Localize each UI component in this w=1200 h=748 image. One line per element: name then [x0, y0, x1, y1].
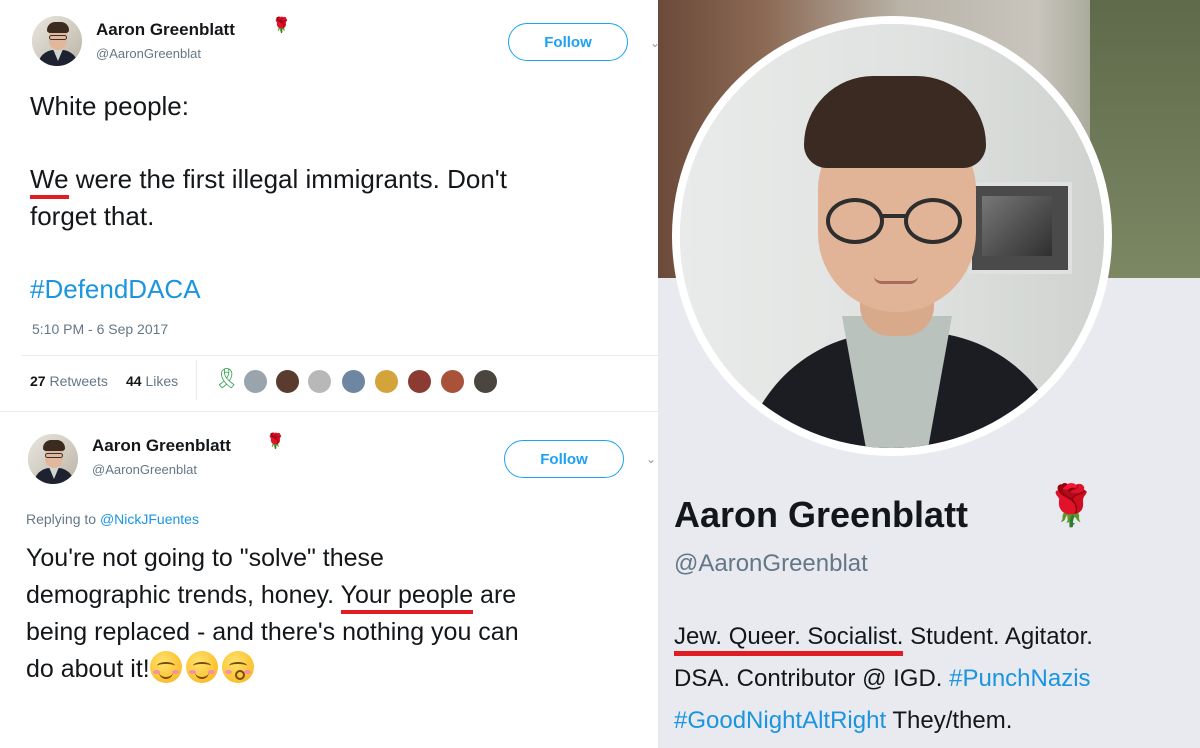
- timestamp[interactable]: 5:10 PM - 6 Sep 2017: [32, 321, 168, 337]
- ribbon-icon: 🎗: [214, 368, 240, 390]
- bio-text: DSA. Contributor @ IGD.: [674, 665, 950, 692]
- divider: [22, 355, 658, 356]
- kissing-face-emoji: [221, 651, 254, 683]
- liker-avatar[interactable]: [242, 368, 269, 395]
- liker-avatar[interactable]: [373, 368, 400, 395]
- liker-avatar[interactable]: [439, 368, 466, 395]
- profile-name: Aaron Greenblatt: [674, 494, 969, 535]
- replying-to-link[interactable]: @NickJFuentes: [100, 511, 199, 527]
- user-handle[interactable]: @AaronGreenblat: [96, 46, 201, 61]
- liker-avatar[interactable]: [274, 368, 301, 395]
- profile-card: Aaron Greenblatt 🌹 @AaronGreenblat Jew. …: [658, 0, 1200, 748]
- underlined-phrase: Your people: [340, 581, 474, 614]
- tweet-text-part: were the first illegal immigrants. Don't: [68, 164, 507, 194]
- replying-to: Replying to @NickJFuentes: [26, 511, 199, 527]
- tweet-line: forget that.: [30, 201, 155, 231]
- tweet-card-2: Aaron Greenblatt 🌹 @AaronGreenblat Follo…: [0, 412, 658, 748]
- smiling-face-emoji: [185, 651, 218, 683]
- tweet-line: You're not going to "solve" these: [26, 544, 384, 572]
- rose-icon: 🌹: [1046, 484, 1096, 528]
- rose-icon: 🌹: [272, 17, 291, 34]
- tweet-line: White people:: [30, 91, 189, 121]
- underlined-bio: Jew. Queer. Socialist.: [674, 623, 904, 656]
- liker-avatar[interactable]: [340, 368, 367, 395]
- profile-bio: Jew. Queer. Socialist. Student. Agitator…: [674, 616, 1194, 742]
- profile-handle: @AaronGreenblat: [674, 550, 868, 577]
- tweet-line: demographic trends, honey. Your people a…: [26, 577, 519, 614]
- hashtag-link[interactable]: #DefendDACA: [30, 271, 507, 308]
- likes-count[interactable]: 44 Likes: [126, 373, 178, 389]
- display-name[interactable]: Aaron Greenblatt: [96, 20, 235, 40]
- tweet-line: being replaced - and there's nothing you…: [26, 618, 519, 646]
- tweet-text: You're not going to "solve" these demogr…: [26, 540, 519, 688]
- underlined-word: We: [30, 164, 69, 199]
- follow-button[interactable]: Follow: [504, 440, 624, 478]
- liker-avatar[interactable]: [472, 368, 499, 395]
- liker-avatar[interactable]: [306, 368, 333, 395]
- rose-icon: 🌹: [266, 433, 285, 450]
- tweet-card-1: Aaron Greenblatt 🌹 @AaronGreenblat Follo…: [0, 0, 660, 412]
- chevron-down-icon[interactable]: ⌄: [646, 452, 656, 466]
- bio-text: They/them.: [886, 707, 1013, 734]
- hashtag-link[interactable]: #PunchNazis: [949, 665, 1090, 692]
- profile-avatar[interactable]: [672, 16, 1112, 456]
- bio-text: Student. Agitator.: [903, 623, 1093, 650]
- hashtag-link[interactable]: #GoodNightAltRight: [674, 707, 886, 734]
- tweet-line: We were the first illegal immigrants. Do…: [30, 161, 507, 199]
- display-name[interactable]: Aaron Greenblatt: [92, 436, 231, 456]
- retweets-count[interactable]: 27 Retweets: [30, 373, 108, 389]
- tweet-line: do about it!: [26, 651, 519, 688]
- tweet-text: White people: We were the first illegal …: [30, 88, 507, 308]
- divider: [196, 360, 197, 400]
- avatar[interactable]: [28, 434, 78, 484]
- smiling-face-emoji: [149, 651, 182, 683]
- follow-button[interactable]: Follow: [508, 23, 628, 61]
- user-handle[interactable]: @AaronGreenblat: [92, 462, 197, 477]
- liker-avatar[interactable]: [406, 368, 433, 395]
- avatar[interactable]: [32, 16, 82, 66]
